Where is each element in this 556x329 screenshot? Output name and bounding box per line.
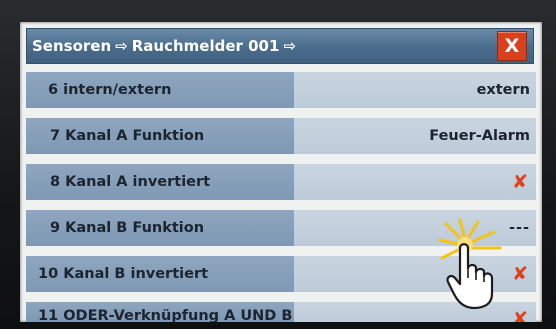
close-button[interactable]: X [497, 31, 527, 61]
breadcrumb-item-rauchmelder[interactable]: Rauchmelder 001 [132, 37, 280, 55]
row-value-cell[interactable]: Feuer-Alarm [294, 118, 536, 154]
row-label-cell: 10 Kanal B invertiert [26, 256, 294, 292]
row-value: Feuer-Alarm [429, 128, 530, 144]
row-value: extern [476, 82, 530, 98]
row-label: 7 Kanal A Funktion [50, 128, 205, 144]
row-label: 8 Kanal A invertiert [50, 174, 211, 190]
row-value-cell[interactable]: ✘ [294, 164, 536, 200]
row-value-cell[interactable]: extern [294, 72, 536, 108]
row-label-cell: 9 Kanal B Funktion [26, 210, 294, 246]
list-item[interactable]: 8 Kanal A invertiert ✘ [26, 164, 536, 200]
row-label: 9 Kanal B Funktion [50, 220, 205, 236]
title-bar: Sensoren ⇨ Rauchmelder 001 ⇨ X [26, 28, 534, 64]
row-label-cell: 8 Kanal A invertiert [26, 164, 294, 200]
breadcrumb-item-sensoren[interactable]: Sensoren [32, 37, 111, 55]
row-label-cell: 11 ODER-Verknüpfung A UND B [26, 302, 294, 322]
touch-hand-icon [438, 218, 502, 310]
arrow-right-icon: ⇨ [283, 37, 297, 55]
cross-icon[interactable]: ✘ [512, 263, 530, 285]
row-label: 6 intern/extern [48, 82, 172, 98]
cross-icon[interactable]: ✘ [512, 171, 530, 193]
breadcrumb: Sensoren ⇨ Rauchmelder 001 ⇨ [27, 37, 296, 55]
touch-screen: Sensoren ⇨ Rauchmelder 001 ⇨ X 6 intern/… [20, 22, 542, 322]
row-label-cell: 6 intern/extern [26, 72, 294, 108]
cross-icon[interactable]: ✘ [512, 308, 530, 322]
close-icon: X [504, 35, 520, 57]
row-label: 10 Kanal B invertiert [38, 266, 209, 282]
arrow-right-icon: ⇨ [115, 37, 128, 55]
list-item[interactable]: 7 Kanal A Funktion Feuer-Alarm [26, 118, 536, 154]
row-label: 11 ODER-Verknüpfung A UND B [38, 308, 293, 322]
row-label-cell: 7 Kanal A Funktion [26, 118, 294, 154]
list-item[interactable]: 6 intern/extern extern [26, 72, 536, 108]
row-value: --- [508, 220, 530, 236]
